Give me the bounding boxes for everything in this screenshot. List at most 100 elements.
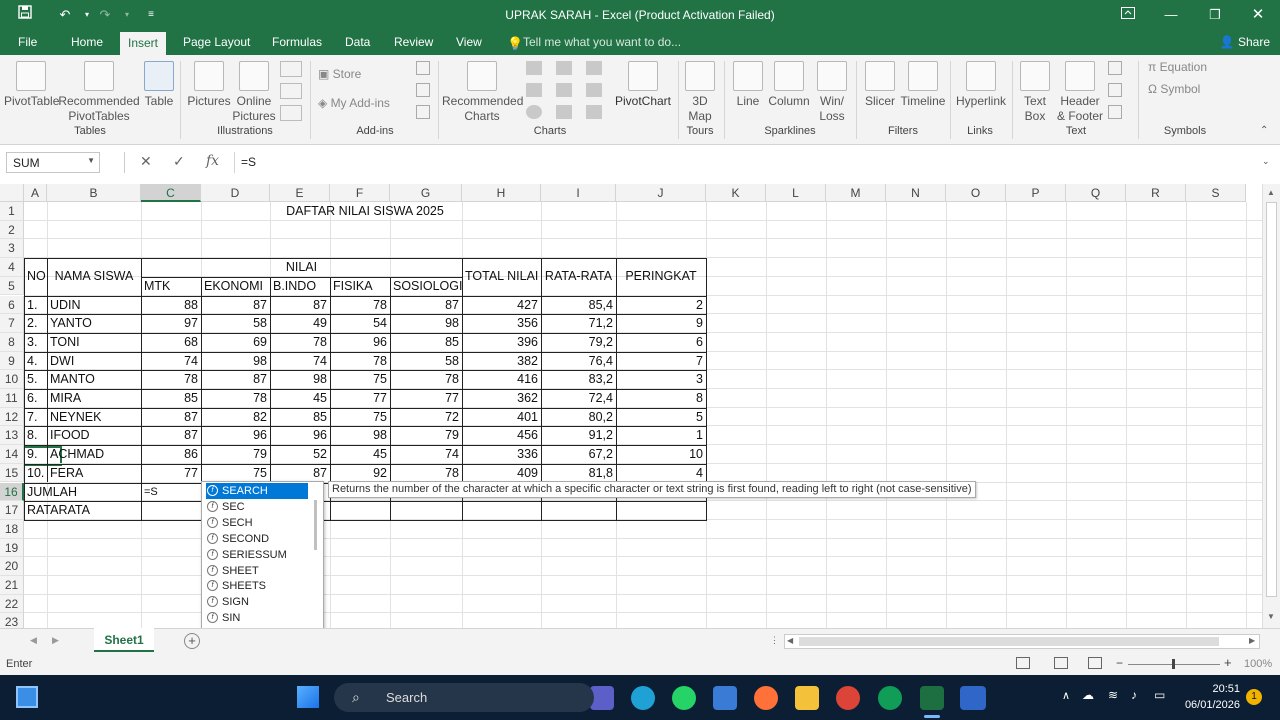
row-header[interactable]: 2 [0, 220, 24, 240]
column-header[interactable]: I [541, 184, 616, 202]
column-header[interactable]: J [616, 184, 706, 202]
row-header[interactable]: 10 [0, 370, 24, 389]
column-header[interactable]: A [24, 184, 47, 202]
student-total[interactable]: 396 [462, 333, 541, 352]
student-score[interactable]: 72 [390, 408, 462, 427]
screenshot-icon[interactable] [280, 105, 302, 121]
autocomplete-item[interactable]: f SHEET [206, 563, 308, 579]
student-name[interactable]: DWI [47, 352, 141, 371]
zoom-in-icon[interactable]: + [1224, 655, 1232, 670]
name-box[interactable]: SUM ▼ [6, 152, 100, 173]
student-score[interactable]: 87 [141, 426, 201, 445]
column-header[interactable]: B [47, 184, 141, 202]
recommended-pivottables-button[interactable]: Recommended PivotTables [58, 61, 140, 124]
scroll-left-icon[interactable]: ◀ [787, 636, 793, 645]
autocomplete-scroll-thumb[interactable] [314, 500, 317, 550]
student-average[interactable]: 76,4 [541, 352, 616, 371]
row-header[interactable]: 1 [0, 202, 24, 221]
student-no[interactable]: 9. [24, 445, 47, 464]
student-rank[interactable]: 8 [616, 389, 706, 408]
student-rank[interactable]: 2 [616, 296, 706, 315]
header-nama[interactable]: NAMA SISWA [47, 258, 141, 295]
column-header[interactable]: N [886, 184, 946, 202]
tab-file[interactable]: File [10, 31, 45, 55]
student-score[interactable]: 78 [270, 333, 330, 352]
student-score[interactable]: 87 [201, 370, 270, 389]
autocomplete-item[interactable]: f SEARCH [206, 483, 308, 499]
column-header[interactable]: S [1186, 184, 1246, 202]
student-score[interactable]: 78 [201, 389, 270, 408]
student-rank[interactable]: 10 [616, 445, 706, 464]
zoom-level[interactable]: 100% [1244, 658, 1272, 670]
row-header[interactable]: 5 [0, 276, 24, 296]
student-score[interactable]: 77 [390, 389, 462, 408]
tab-split-icon[interactable]: ⋮ [770, 635, 779, 646]
column-header[interactable]: E [270, 184, 330, 202]
header-no[interactable]: NO [24, 258, 47, 295]
text-box-button[interactable]: Text Box [1018, 61, 1052, 124]
equation-button[interactable]: π Equation [1148, 60, 1207, 74]
tab-home[interactable]: Home [63, 31, 111, 55]
student-average[interactable]: 83,2 [541, 370, 616, 389]
row-header[interactable]: 19 [0, 538, 24, 558]
student-score[interactable]: 75 [201, 464, 270, 483]
student-name[interactable]: MIRA [47, 389, 141, 408]
row-header[interactable]: 4 [0, 258, 24, 277]
scroll-down-icon[interactable]: ▼ [1267, 612, 1275, 621]
header-footer-button[interactable]: Header & Footer [1056, 61, 1104, 124]
restore-icon[interactable]: ❐ [1204, 5, 1226, 25]
sheet-tab-sheet1[interactable]: Sheet1 [94, 628, 154, 652]
pivotchart-button[interactable]: PivotChart [612, 61, 674, 109]
student-average[interactable]: 91,2 [541, 426, 616, 445]
student-score[interactable]: 74 [390, 445, 462, 464]
row-header[interactable]: 9 [0, 351, 24, 371]
student-score[interactable]: 87 [141, 408, 201, 427]
student-rank[interactable]: 3 [616, 370, 706, 389]
student-score[interactable]: 85 [270, 408, 330, 427]
student-no[interactable]: 8. [24, 426, 47, 445]
timeline-button[interactable]: Timeline [900, 61, 946, 109]
student-score[interactable]: 78 [390, 464, 462, 483]
symbol-button[interactable]: Ω Symbol [1148, 82, 1200, 96]
student-average[interactable]: 72,4 [541, 389, 616, 408]
student-score[interactable]: 74 [270, 352, 330, 371]
student-score[interactable]: 82 [201, 408, 270, 427]
prev-sheet-icon[interactable]: ◀ [30, 635, 37, 646]
scatter-chart-icon[interactable] [556, 105, 572, 119]
column-header[interactable]: O [946, 184, 1006, 202]
student-rank[interactable]: 6 [616, 333, 706, 352]
student-score[interactable]: 78 [390, 370, 462, 389]
student-rank[interactable]: 5 [616, 408, 706, 427]
student-name[interactable]: NEYNEK [47, 408, 141, 427]
formula-input[interactable]: =S [234, 152, 1274, 173]
student-score[interactable]: 79 [390, 426, 462, 445]
student-name[interactable]: TONI [47, 333, 141, 352]
object-icon[interactable] [1108, 105, 1122, 119]
autocomplete-item[interactable]: f SIN [206, 610, 308, 626]
share-button[interactable]: 👤 Share [1220, 31, 1270, 54]
student-score[interactable]: 68 [141, 333, 201, 352]
header-rata[interactable]: RATA-RATA [541, 258, 616, 295]
student-score[interactable]: 88 [141, 296, 201, 315]
row-header[interactable]: 23 [0, 613, 24, 628]
header-subject[interactable]: EKONOMI [201, 277, 270, 296]
windows-start-icon[interactable] [16, 686, 38, 708]
student-score[interactable]: 96 [330, 333, 390, 352]
addin-icon[interactable] [416, 105, 430, 119]
scroll-thumb[interactable] [1266, 202, 1277, 597]
column-chart-icon[interactable] [526, 61, 542, 75]
student-name[interactable]: ACHMAD [47, 445, 141, 464]
row-header[interactable]: 3 [0, 239, 24, 259]
jumlah-label[interactable]: JUMLAH [24, 483, 141, 502]
ribbon-display-icon[interactable] [1117, 5, 1139, 25]
tab-formulas[interactable]: Formulas [264, 31, 330, 55]
clock-date[interactable]: 06/01/2026 [1176, 699, 1240, 711]
autocomplete-item[interactable]: f SHEETS [206, 578, 308, 594]
student-no[interactable]: 2. [24, 314, 47, 333]
worksheet-grid[interactable]: A B C D E F G H I J K L M N O P Q R S 1 2 3 4 5 6 7 8 9 10 11 12 13 14 15… [0, 184, 1262, 628]
add-sheet-icon[interactable]: + [184, 633, 200, 649]
student-score[interactable]: 79 [201, 445, 270, 464]
chrome-profile-icon[interactable] [878, 686, 902, 710]
column-header[interactable]: H [462, 184, 541, 202]
student-rank[interactable]: 7 [616, 352, 706, 371]
